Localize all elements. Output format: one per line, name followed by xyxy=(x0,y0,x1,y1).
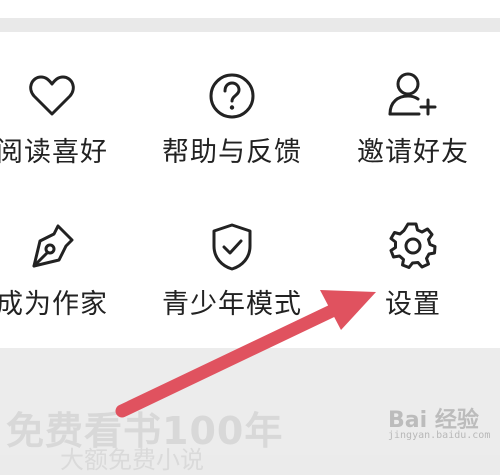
baidu-jingyan-watermark: Bai 经验 jingyan.baidu.com xyxy=(388,400,500,448)
watermark-sub: jingyan.baidu.com xyxy=(388,430,491,441)
annotation-arrow xyxy=(115,290,376,418)
